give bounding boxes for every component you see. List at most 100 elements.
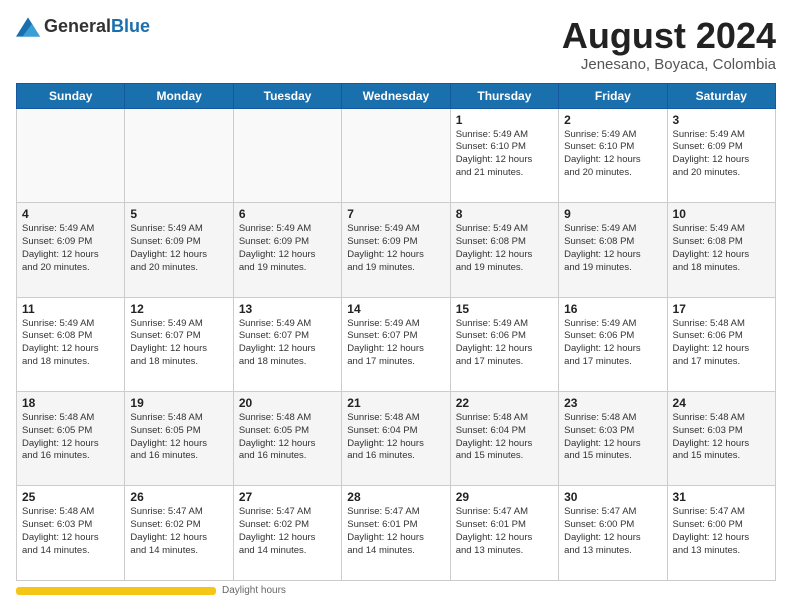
day-info: Sunrise: 5:49 AM Sunset: 6:06 PM Dayligh… (456, 318, 553, 369)
calendar-cell: 31 Sunrise: 5:47 AM Sunset: 6:00 PM Dayli… (667, 486, 775, 581)
calendar-cell: 21 Sunrise: 5:48 AM Sunset: 6:04 PM Dayli… (342, 392, 450, 486)
calendar-cell: 23Sunrise: 5:48 AM Sunset: 6:03 PM Dayli… (559, 392, 667, 486)
day-info: Sunrise: 5:47 AM Sunset: 6:01 PM Dayligh… (456, 506, 553, 557)
weekday-header-row: SundayMondayTuesdayWednesdayThursdayFrid… (17, 83, 776, 108)
calendar-cell: 16Sunrise: 5:49 AM Sunset: 6:06 PM Dayli… (559, 297, 667, 391)
day-number: 24 (673, 396, 770, 410)
day-info: Sunrise: 5:48 AM Sunset: 6:05 PM Dayligh… (22, 412, 119, 463)
day-info: Sunrise: 5:49 AM Sunset: 6:09 PM Dayligh… (673, 129, 770, 180)
day-number: 20 (239, 396, 336, 410)
day-info: Sunrise: 5:48 AM Sunset: 6:05 PM Dayligh… (130, 412, 227, 463)
day-info: Sunrise: 5:49 AM Sunset: 6:08 PM Dayligh… (22, 318, 119, 369)
calendar-cell: 2 Sunrise: 5:49 AM Sunset: 6:10 PM Daylig… (559, 108, 667, 202)
calendar-cell: 17 Sunrise: 5:48 AM Sunset: 6:06 PM Dayli… (667, 297, 775, 391)
calendar-cell: 27Sunrise: 5:47 AM Sunset: 6:02 PM Dayli… (233, 486, 341, 581)
day-number: 29 (456, 490, 553, 504)
footer: Daylight hours (16, 585, 776, 596)
day-number: 17 (673, 302, 770, 316)
day-number: 19 (130, 396, 227, 410)
day-info: Sunrise: 5:48 AM Sunset: 6:05 PM Dayligh… (239, 412, 336, 463)
day-number: 3 (673, 113, 770, 127)
weekday-saturday: Saturday (667, 83, 775, 108)
day-info: Sunrise: 5:48 AM Sunset: 6:03 PM Dayligh… (22, 506, 119, 557)
calendar-cell: 19 Sunrise: 5:48 AM Sunset: 6:05 PM Dayli… (125, 392, 233, 486)
day-info: Sunrise: 5:49 AM Sunset: 6:10 PM Dayligh… (564, 129, 661, 180)
calendar-cell: 7 Sunrise: 5:49 AM Sunset: 6:09 PM Daylig… (342, 203, 450, 297)
day-number: 4 (22, 207, 119, 221)
day-number: 31 (673, 490, 770, 504)
day-number: 11 (22, 302, 119, 316)
day-number: 15 (456, 302, 553, 316)
day-info: Sunrise: 5:49 AM Sunset: 6:07 PM Dayligh… (130, 318, 227, 369)
logo-text: GeneralBlue (44, 16, 150, 37)
weekday-thursday: Thursday (450, 83, 558, 108)
header: GeneralBlue August 2024 Jenesano, Boyaca… (16, 16, 776, 73)
day-number: 6 (239, 207, 336, 221)
calendar-cell: 11 Sunrise: 5:49 AM Sunset: 6:08 PM Dayli… (17, 297, 125, 391)
calendar-cell: 25 Sunrise: 5:48 AM Sunset: 6:03 PM Dayli… (17, 486, 125, 581)
calendar-cell: 10Sunrise: 5:49 AM Sunset: 6:08 PM Dayli… (667, 203, 775, 297)
weekday-monday: Monday (125, 83, 233, 108)
calendar-cell (17, 108, 125, 202)
day-info: Sunrise: 5:49 AM Sunset: 6:09 PM Dayligh… (22, 223, 119, 274)
calendar-cell: 13 Sunrise: 5:49 AM Sunset: 6:07 PM Dayli… (233, 297, 341, 391)
day-info: Sunrise: 5:48 AM Sunset: 6:04 PM Dayligh… (347, 412, 444, 463)
calendar-cell: 18 Sunrise: 5:48 AM Sunset: 6:05 PM Dayli… (17, 392, 125, 486)
day-info: Sunrise: 5:49 AM Sunset: 6:09 PM Dayligh… (239, 223, 336, 274)
calendar-cell: 15 Sunrise: 5:49 AM Sunset: 6:06 PM Dayli… (450, 297, 558, 391)
calendar-cell: 26Sunrise: 5:47 AM Sunset: 6:02 PM Dayli… (125, 486, 233, 581)
day-info: Sunrise: 5:48 AM Sunset: 6:04 PM Dayligh… (456, 412, 553, 463)
day-number: 8 (456, 207, 553, 221)
week-row-4: 18 Sunrise: 5:48 AM Sunset: 6:05 PM Dayli… (17, 392, 776, 486)
calendar-table: SundayMondayTuesdayWednesdayThursdayFrid… (16, 83, 776, 581)
day-info: Sunrise: 5:49 AM Sunset: 6:07 PM Dayligh… (239, 318, 336, 369)
calendar-cell: 4 Sunrise: 5:49 AM Sunset: 6:09 PM Daylig… (17, 203, 125, 297)
title-section: August 2024 Jenesano, Boyaca, Colombia (562, 16, 776, 73)
calendar-cell: 3 Sunrise: 5:49 AM Sunset: 6:09 PM Daylig… (667, 108, 775, 202)
week-row-3: 11 Sunrise: 5:49 AM Sunset: 6:08 PM Dayli… (17, 297, 776, 391)
day-number: 7 (347, 207, 444, 221)
calendar-cell: 5 Sunrise: 5:49 AM Sunset: 6:09 PM Daylig… (125, 203, 233, 297)
day-number: 22 (456, 396, 553, 410)
day-number: 9 (564, 207, 661, 221)
day-info: Sunrise: 5:48 AM Sunset: 6:03 PM Dayligh… (673, 412, 770, 463)
logo: GeneralBlue (16, 16, 150, 37)
day-number: 23 (564, 396, 661, 410)
weekday-sunday: Sunday (17, 83, 125, 108)
calendar-cell: 12 Sunrise: 5:49 AM Sunset: 6:07 PM Dayli… (125, 297, 233, 391)
day-number: 25 (22, 490, 119, 504)
calendar-cell: 30Sunrise: 5:47 AM Sunset: 6:00 PM Dayli… (559, 486, 667, 581)
calendar-cell: 22 Sunrise: 5:48 AM Sunset: 6:04 PM Dayli… (450, 392, 558, 486)
daylight-label: Daylight hours (222, 585, 286, 596)
day-info: Sunrise: 5:49 AM Sunset: 6:09 PM Dayligh… (130, 223, 227, 274)
day-number: 16 (564, 302, 661, 316)
location: Jenesano, Boyaca, Colombia (562, 56, 776, 73)
day-info: Sunrise: 5:49 AM Sunset: 6:10 PM Dayligh… (456, 129, 553, 180)
day-info: Sunrise: 5:49 AM Sunset: 6:08 PM Dayligh… (456, 223, 553, 274)
day-number: 12 (130, 302, 227, 316)
day-info: Sunrise: 5:49 AM Sunset: 6:07 PM Dayligh… (347, 318, 444, 369)
calendar-cell: 28Sunrise: 5:47 AM Sunset: 6:01 PM Dayli… (342, 486, 450, 581)
weekday-friday: Friday (559, 83, 667, 108)
day-number: 2 (564, 113, 661, 127)
day-info: Sunrise: 5:47 AM Sunset: 6:00 PM Dayligh… (673, 506, 770, 557)
day-number: 14 (347, 302, 444, 316)
day-number: 5 (130, 207, 227, 221)
calendar-cell (233, 108, 341, 202)
day-number: 10 (673, 207, 770, 221)
calendar-cell: 29 Sunrise: 5:47 AM Sunset: 6:01 PM Dayli… (450, 486, 558, 581)
day-number: 18 (22, 396, 119, 410)
week-row-1: 1 Sunrise: 5:49 AM Sunset: 6:10 PM Daylig… (17, 108, 776, 202)
weekday-tuesday: Tuesday (233, 83, 341, 108)
day-number: 1 (456, 113, 553, 127)
day-number: 21 (347, 396, 444, 410)
calendar-cell: 6 Sunrise: 5:49 AM Sunset: 6:09 PM Daylig… (233, 203, 341, 297)
day-info: Sunrise: 5:48 AM Sunset: 6:06 PM Dayligh… (673, 318, 770, 369)
week-row-5: 25 Sunrise: 5:48 AM Sunset: 6:03 PM Dayli… (17, 486, 776, 581)
calendar-cell: 14 Sunrise: 5:49 AM Sunset: 6:07 PM Dayli… (342, 297, 450, 391)
logo-general: General (44, 16, 111, 36)
day-info: Sunrise: 5:49 AM Sunset: 6:09 PM Dayligh… (347, 223, 444, 274)
day-number: 13 (239, 302, 336, 316)
weekday-wednesday: Wednesday (342, 83, 450, 108)
calendar-cell: 24 Sunrise: 5:48 AM Sunset: 6:03 PM Dayli… (667, 392, 775, 486)
